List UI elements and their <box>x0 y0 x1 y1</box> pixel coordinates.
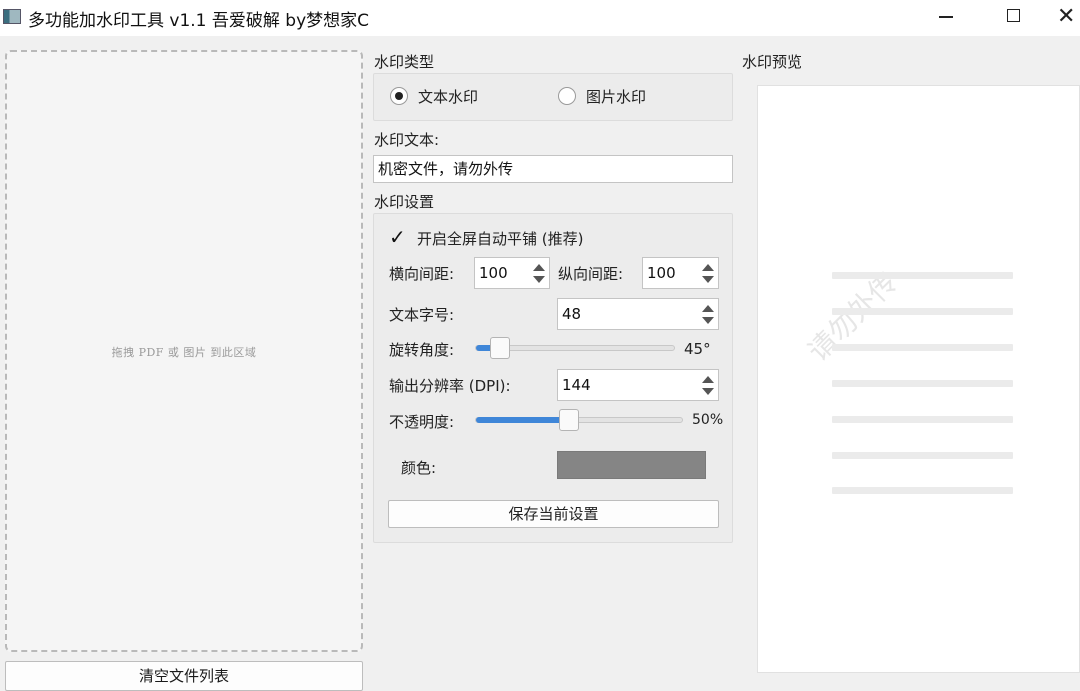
color-label: 颜色: <box>401 459 437 477</box>
watermark-type-group: 文本水印 图片水印 <box>373 73 733 121</box>
font-size-label: 文本字号: <box>389 306 455 324</box>
tile-checkbox[interactable]: ✓ <box>389 227 407 247</box>
rotation-slider-handle[interactable] <box>489 337 510 359</box>
text-watermark-radio[interactable] <box>390 87 408 105</box>
preview-label: 水印预览 <box>742 53 803 71</box>
dpi-spinbox[interactable]: 144 <box>557 369 719 401</box>
tile-checkbox-label[interactable]: 开启全屏自动平铺 (推荐) <box>417 228 583 249</box>
image-watermark-label[interactable]: 图片水印 <box>586 86 646 107</box>
h-spacing-label: 横向间距: <box>389 265 455 283</box>
window-title: 多功能加水印工具 v1.1 吾爱破解 by梦想家C <box>28 11 370 31</box>
settings-group: ✓ 开启全屏自动平铺 (推荐) 横向间距: 100 纵向间距: 100 文本字号… <box>373 213 733 543</box>
opacity-slider-fill <box>476 417 569 423</box>
opacity-slider[interactable] <box>475 409 683 431</box>
save-settings-button[interactable]: 保存当前设置 <box>388 500 719 528</box>
opacity-slider-handle[interactable] <box>558 409 579 431</box>
spin-arrows-icon[interactable] <box>698 299 718 329</box>
spin-arrows-icon[interactable] <box>529 258 549 288</box>
watermark-text-input[interactable]: 机密文件，请勿外传 <box>373 155 733 183</box>
clear-files-button[interactable]: 清空文件列表 <box>5 661 363 691</box>
spin-arrows-icon[interactable] <box>698 258 718 288</box>
text-watermark-label[interactable]: 文本水印 <box>418 86 478 107</box>
image-watermark-radio[interactable] <box>558 87 576 105</box>
font-size-value: 48 <box>562 305 582 323</box>
opacity-label: 不透明度: <box>389 413 455 431</box>
watermark-preview: 请勿外传 <box>757 85 1080 673</box>
drop-hint: 拖拽 PDF 或 图片 到此区域 <box>111 346 257 359</box>
maximize-button[interactable] <box>983 0 1043 34</box>
v-spacing-label: 纵向间距: <box>558 265 624 283</box>
v-spacing-spinbox[interactable]: 100 <box>642 257 719 289</box>
opacity-value: 50% <box>692 412 724 428</box>
preview-text-line <box>832 416 1013 423</box>
spin-arrows-icon[interactable] <box>698 370 718 400</box>
watermark-text-label: 水印文本: <box>374 131 440 149</box>
preview-text-line <box>832 272 1013 279</box>
preview-text-line <box>832 308 1013 315</box>
rotation-label: 旋转角度: <box>389 341 455 359</box>
h-spacing-spinbox[interactable]: 100 <box>474 257 550 289</box>
close-button[interactable]: ✕ <box>1045 0 1080 34</box>
preview-text-line <box>832 452 1013 459</box>
watermark-settings-label: 水印设置 <box>374 193 435 211</box>
minimize-button[interactable] <box>917 0 977 34</box>
title-bar: 多功能加水印工具 v1.1 吾爱破解 by梦想家C ✕ <box>0 0 1080 36</box>
close-icon: ✕ <box>1057 4 1076 29</box>
rotation-value: 45° <box>684 340 711 358</box>
preview-text-line <box>832 344 1013 351</box>
font-size-spinbox[interactable]: 48 <box>557 298 719 330</box>
color-picker-button[interactable] <box>557 451 706 479</box>
v-spacing-value: 100 <box>647 264 676 282</box>
dpi-value: 144 <box>562 376 591 394</box>
preview-text-line <box>832 380 1013 387</box>
h-spacing-value: 100 <box>479 264 508 282</box>
preview-text-line <box>832 487 1013 494</box>
file-drop-zone[interactable]: 拖拽 PDF 或 图片 到此区域 <box>5 50 363 652</box>
rotation-slider[interactable] <box>475 337 675 359</box>
watermark-type-label: 水印类型 <box>374 53 435 71</box>
app-icon <box>3 9 21 24</box>
dpi-label: 输出分辨率 (DPI): <box>389 377 511 395</box>
